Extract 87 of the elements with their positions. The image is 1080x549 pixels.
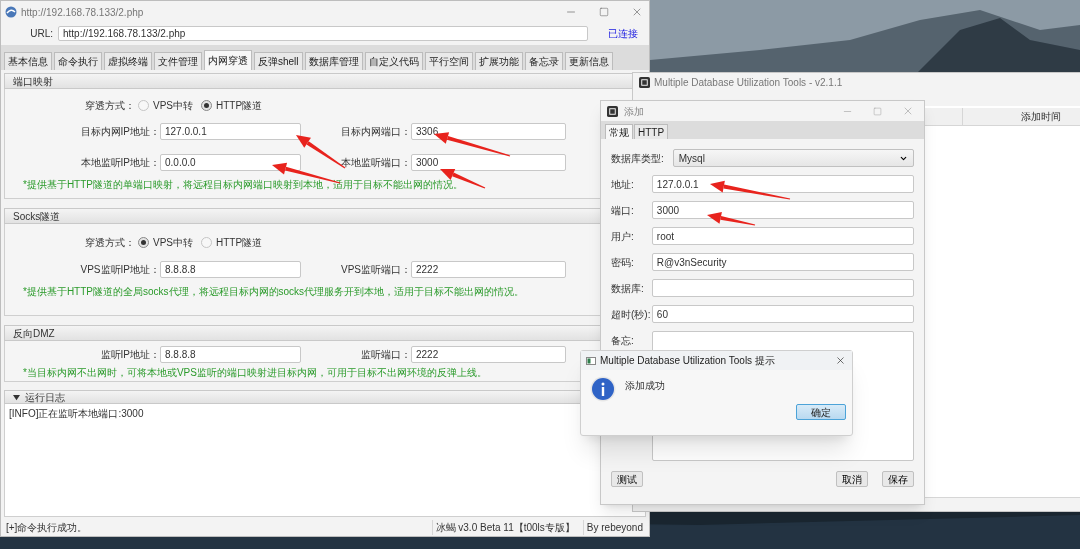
- tab[interactable]: 自定义代码: [364, 52, 423, 70]
- expand-icon[interactable]: [13, 393, 20, 401]
- field-label: 目标内网IP地址：: [79, 124, 160, 139]
- window-icon: [586, 356, 596, 365]
- tab[interactable]: 备忘录: [524, 52, 563, 70]
- radio-button[interactable]: [138, 99, 149, 111]
- tab[interactable]: 内网穿透: [204, 50, 252, 70]
- app-icon: [607, 105, 618, 117]
- hint-text: *当目标内网不出网时，可将本地或VPS监听的端口映射进目标内网，可用于目标不出网环境的反弹上线。: [23, 366, 487, 380]
- radio-label: VPS中转: [153, 98, 193, 113]
- field-label: 穿透方式：: [84, 235, 135, 250]
- radio-label: HTTP隧道: [216, 98, 263, 113]
- log-line: [INFO]正在监听本地端口:3000: [9, 407, 145, 421]
- tab[interactable]: 更新信息: [564, 52, 613, 70]
- dropdown[interactable]: Mysql: [672, 149, 914, 167]
- tab[interactable]: 文件管理: [154, 52, 202, 70]
- tab[interactable]: 反弹shell: [254, 52, 303, 70]
- text-field[interactable]: 60: [651, 305, 914, 323]
- field-label: 备忘:: [611, 334, 635, 348]
- section-title: 运行日志: [25, 390, 65, 405]
- info-icon: [590, 376, 616, 402]
- field-label: VPS监听端口：: [340, 262, 411, 277]
- app-icon: [5, 6, 17, 18]
- radio-button[interactable]: [138, 236, 149, 248]
- field-label: 监听端口：: [360, 347, 411, 362]
- maximize-icon[interactable]: [873, 106, 882, 116]
- tab[interactable]: 命令执行: [54, 52, 102, 70]
- field-label: 监听IP地址：: [99, 347, 160, 362]
- window-title: http://192.168.78.133/2.php: [21, 5, 144, 20]
- hint-text: *提供基于HTTP隧道的全局socks代理，将远程目标内网的socks代理服务开到本地，适用于目标不能出网的情况。: [23, 285, 525, 299]
- text-field[interactable]: 0.0.0.0: [160, 153, 301, 171]
- app-icon: [639, 77, 650, 88]
- tab[interactable]: 虚拟终端: [104, 52, 152, 70]
- text-field[interactable]: 3306: [411, 122, 566, 140]
- text-field[interactable]: R@v3nSecurity: [651, 253, 914, 271]
- text-field[interactable]: 8.8.8.8: [160, 345, 301, 363]
- field-label: 用户:: [611, 229, 635, 244]
- text-field[interactable]: 127.0.0.1: [160, 122, 301, 140]
- maximize-icon[interactable]: [599, 7, 609, 17]
- field-label: 超时(秒):: [611, 307, 652, 322]
- window-title: Multiple Database Utilization Tools 提示: [600, 354, 775, 368]
- tab[interactable]: 数据库管理: [304, 52, 363, 70]
- version-text: 冰蝎 v3.0 Beta 11【t00ls专版】: [431, 519, 583, 535]
- annotation-arrow: [707, 212, 756, 226]
- field-label: 本地监听端口：: [340, 155, 411, 170]
- cancel-button[interactable]: 取消: [836, 471, 868, 487]
- window-title: Multiple Database Utilization Tools - v2.1.1: [654, 76, 843, 90]
- field-label: 目标内网端口：: [340, 124, 411, 139]
- field-label: 本地监听IP地址：: [79, 155, 160, 170]
- field-label: 数据库类型:: [611, 151, 665, 166]
- field-label: 密码:: [611, 255, 635, 270]
- text-field[interactable]: 8.8.8.8: [160, 260, 301, 278]
- tab[interactable]: 基本信息: [4, 52, 52, 70]
- window-title: 添加: [624, 104, 644, 119]
- text-field[interactable]: [651, 279, 914, 297]
- test-button[interactable]: 测试: [611, 471, 643, 487]
- field-label: 数据库:: [611, 281, 645, 296]
- hint-text: *提供基于HTTP隧道的单端口映射，将远程目标内网端口映射到本地，适用于目标不能出网的情况。: [23, 178, 463, 192]
- tab[interactable]: 常规: [605, 124, 633, 139]
- tab[interactable]: 平行空间: [424, 52, 473, 70]
- radio-label: HTTP隧道: [216, 235, 263, 250]
- radio-button[interactable]: [201, 99, 212, 111]
- field-label: 地址:: [611, 177, 635, 192]
- radio-label: VPS中转: [153, 235, 193, 250]
- text-field[interactable]: root: [651, 227, 914, 245]
- field-label: VPS监听IP地址：: [79, 262, 160, 277]
- save-button[interactable]: 保存: [882, 471, 914, 487]
- text-field[interactable]: 3000: [411, 153, 566, 171]
- status-message: [+]命令执行成功。: [5, 520, 88, 535]
- text-field[interactable]: 3000: [651, 201, 914, 219]
- tab[interactable]: 扩展功能: [474, 52, 523, 70]
- text-field[interactable]: 2222: [411, 345, 566, 363]
- field-label: 穿透方式：: [84, 98, 135, 113]
- connection-link[interactable]: 已连接: [608, 25, 638, 41]
- column-header: 添加时间: [1020, 110, 1062, 124]
- field-label: URL:: [29, 26, 53, 41]
- author-text: By rebeyond: [582, 519, 649, 535]
- alert-message: 添加成功: [625, 379, 665, 393]
- tab[interactable]: HTTP: [634, 124, 669, 139]
- ok-button[interactable]: 确定: [796, 404, 846, 420]
- radio-button[interactable]: [201, 236, 212, 248]
- text-field[interactable]: 127.0.0.1: [651, 175, 914, 193]
- text-field[interactable]: 2222: [411, 260, 566, 278]
- field-label: 端口:: [611, 203, 635, 218]
- url-field[interactable]: http://192.168.78.133/2.php: [58, 25, 588, 41]
- close-icon[interactable]: [835, 355, 846, 366]
- close-icon[interactable]: [631, 6, 643, 18]
